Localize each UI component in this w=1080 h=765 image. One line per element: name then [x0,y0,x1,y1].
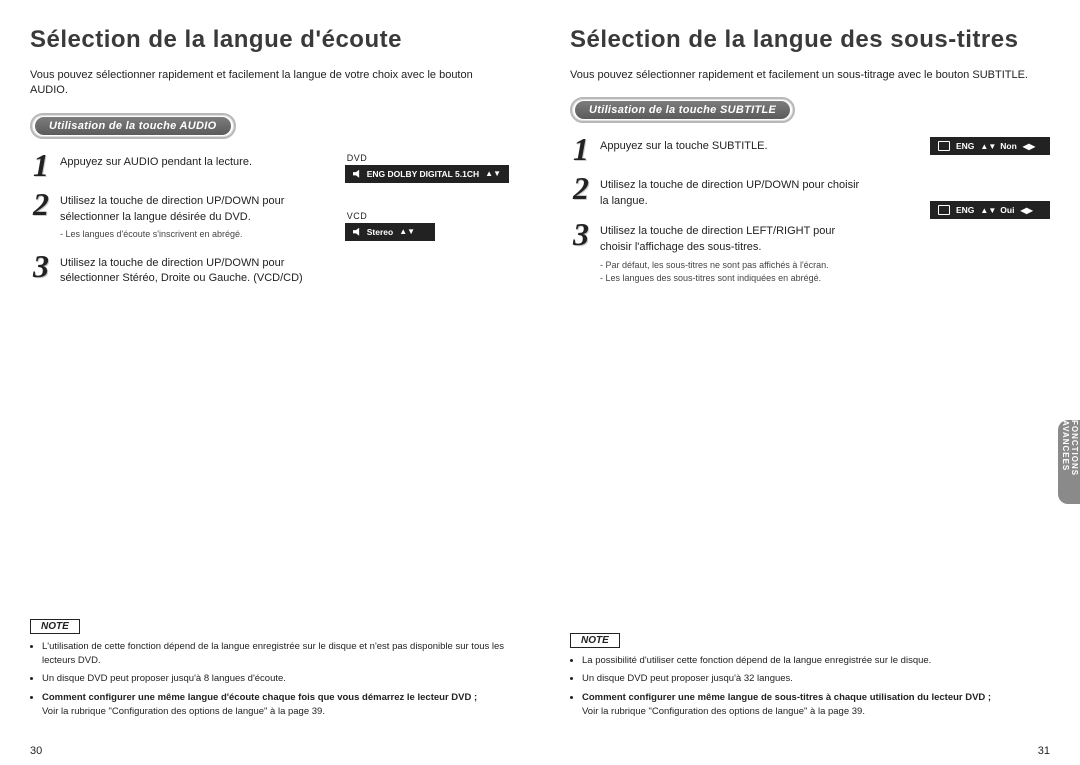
step-text: Appuyez sur AUDIO pendant la lecture. [60,151,252,180]
note-list: La possibilité d'utiliser cette fonction… [570,654,1050,719]
step-1: 1 Appuyez sur AUDIO pendant la lecture. [30,151,335,180]
note-item: L'utilisation de cette fonction dépend d… [42,640,509,669]
osd-lang: ENG [956,141,974,151]
note-label: NOTE [570,633,620,648]
osd-toggle: Non [1000,141,1017,151]
manual-spread: Sélection de la langue d'écoute Vous pou… [0,0,1080,765]
osd-display: ENG DOLBY DIGITAL 5.1CH ▲▼ [345,165,509,183]
leftright-icon: ◀▶ [1020,206,1032,215]
note-followup: Voir la rubrique "Configuration des opti… [42,706,325,717]
step-number: 3 [570,220,592,285]
step-main: Utilisez la touche de direction UP/DOWN … [60,195,284,223]
step-main: Utilisez la touche de direction LEFT/RIG… [600,225,835,253]
step-3: 3 Utilisez la touche de direction LEFT/R… [570,220,920,285]
note-item: Un disque DVD peut proposer jusqu'à 32 l… [582,672,1050,686]
subtitle-icon [938,141,950,151]
content-row: 1 Appuyez sur la touche SUBTITLE. 2 Util… [570,135,1050,285]
step-3: 3 Utilisez la touche de direction UP/DOW… [30,252,335,288]
step-text: Utilisez la touche de direction UP/DOWN … [60,190,320,242]
step-number: 1 [570,135,592,164]
step-2: 2 Utilisez la touche de direction UP/DOW… [570,174,920,210]
leftright-icon: ◀▶ [1023,142,1035,151]
content-row: 1 Appuyez sur AUDIO pendant la lecture. … [30,151,509,288]
note-item: Comment configurer une même langue de so… [582,691,1050,720]
subtitle-icon [938,205,950,215]
osd-column: ENG ▲▼ Non ◀▶ ENG ▲▼ Oui ◀▶ [930,137,1050,219]
note-section: NOTE L'utilisation de cette fonction dép… [30,616,509,723]
step-text: Utilisez la touche de direction LEFT/RIG… [600,220,860,285]
steps-list: 1 Appuyez sur la touche SUBTITLE. 2 Util… [570,135,920,285]
note-section: NOTE La possibilité d'utiliser cette fon… [570,630,1050,723]
osd-toggle: Oui [1000,205,1014,215]
note-label: NOTE [30,619,80,634]
section-tab: FONCTIONS AVANCEES [1058,420,1080,504]
speaker-icon [353,170,361,178]
page-30: Sélection de la langue d'écoute Vous pou… [0,0,540,765]
speaker-icon [353,228,361,236]
step-number: 3 [30,252,52,288]
step-number: 2 [570,174,592,210]
updown-icon: ▲▼ [485,169,501,178]
section-pill: Utilisation de la touche SUBTITLE [570,97,795,123]
osd-label: VCD [347,211,509,221]
section-pill-label: Utilisation de la touche SUBTITLE [575,101,790,119]
step-text: Utilisez la touche de direction UP/DOWN … [600,174,860,210]
note-list: L'utilisation de cette fonction dépend d… [30,640,509,719]
step-text: Appuyez sur la touche SUBTITLE. [600,135,768,164]
osd-lang: ENG [956,205,974,215]
osd-display: Stereo ▲▼ [345,223,435,241]
page-number: 30 [30,745,42,757]
osd-column: DVD ENG DOLBY DIGITAL 5.1CH ▲▼ VCD Stere… [345,153,509,241]
step-number: 1 [30,151,52,180]
step-2: 2 Utilisez la touche de direction UP/DOW… [30,190,335,242]
updown-icon: ▲▼ [980,142,996,151]
note-followup: Voir la rubrique "Configuration des opti… [582,706,865,717]
section-tab-label: FONCTIONS AVANCEES [1060,420,1078,504]
osd-value: Stereo [367,227,393,237]
page-31: Sélection de la langue des sous-titres V… [540,0,1080,765]
step-number: 2 [30,190,52,242]
osd-label: DVD [347,153,509,163]
note-item: La possibilité d'utiliser cette fonction… [582,654,1050,668]
step-1: 1 Appuyez sur la touche SUBTITLE. [570,135,920,164]
updown-icon: ▲▼ [980,206,996,215]
step-sub: - Les langues d'écoute s'inscrivent en a… [60,228,320,241]
page-title: Sélection de la langue des sous-titres [570,26,1050,54]
page-number: 31 [1038,745,1050,757]
osd-group-vcd: VCD Stereo ▲▼ [345,211,509,241]
osd-value: ENG DOLBY DIGITAL 5.1CH [367,169,479,179]
step-sub: - Par défaut, les sous-titres ne sont pa… [600,259,860,285]
intro-text: Vous pouvez sélectionner rapidement et f… [570,68,1050,83]
section-pill-label: Utilisation de la touche AUDIO [35,117,231,135]
note-item: Un disque DVD peut proposer jusqu'à 8 la… [42,672,509,686]
osd-display: ENG ▲▼ Non ◀▶ [930,137,1050,155]
osd-group-dvd: DVD ENG DOLBY DIGITAL 5.1CH ▲▼ [345,153,509,183]
note-item: Comment configurer une même langue d'éco… [42,691,509,720]
updown-icon: ▲▼ [399,227,415,236]
page-title: Sélection de la langue d'écoute [30,26,509,54]
note-strong: Comment configurer une même langue de so… [582,692,991,703]
intro-text: Vous pouvez sélectionner rapidement et f… [30,68,509,99]
section-pill: Utilisation de la touche AUDIO [30,113,236,139]
note-strong: Comment configurer une même langue d'éco… [42,692,477,703]
osd-display: ENG ▲▼ Oui ◀▶ [930,201,1050,219]
steps-list: 1 Appuyez sur AUDIO pendant la lecture. … [30,151,335,288]
step-text: Utilisez la touche de direction UP/DOWN … [60,252,320,288]
